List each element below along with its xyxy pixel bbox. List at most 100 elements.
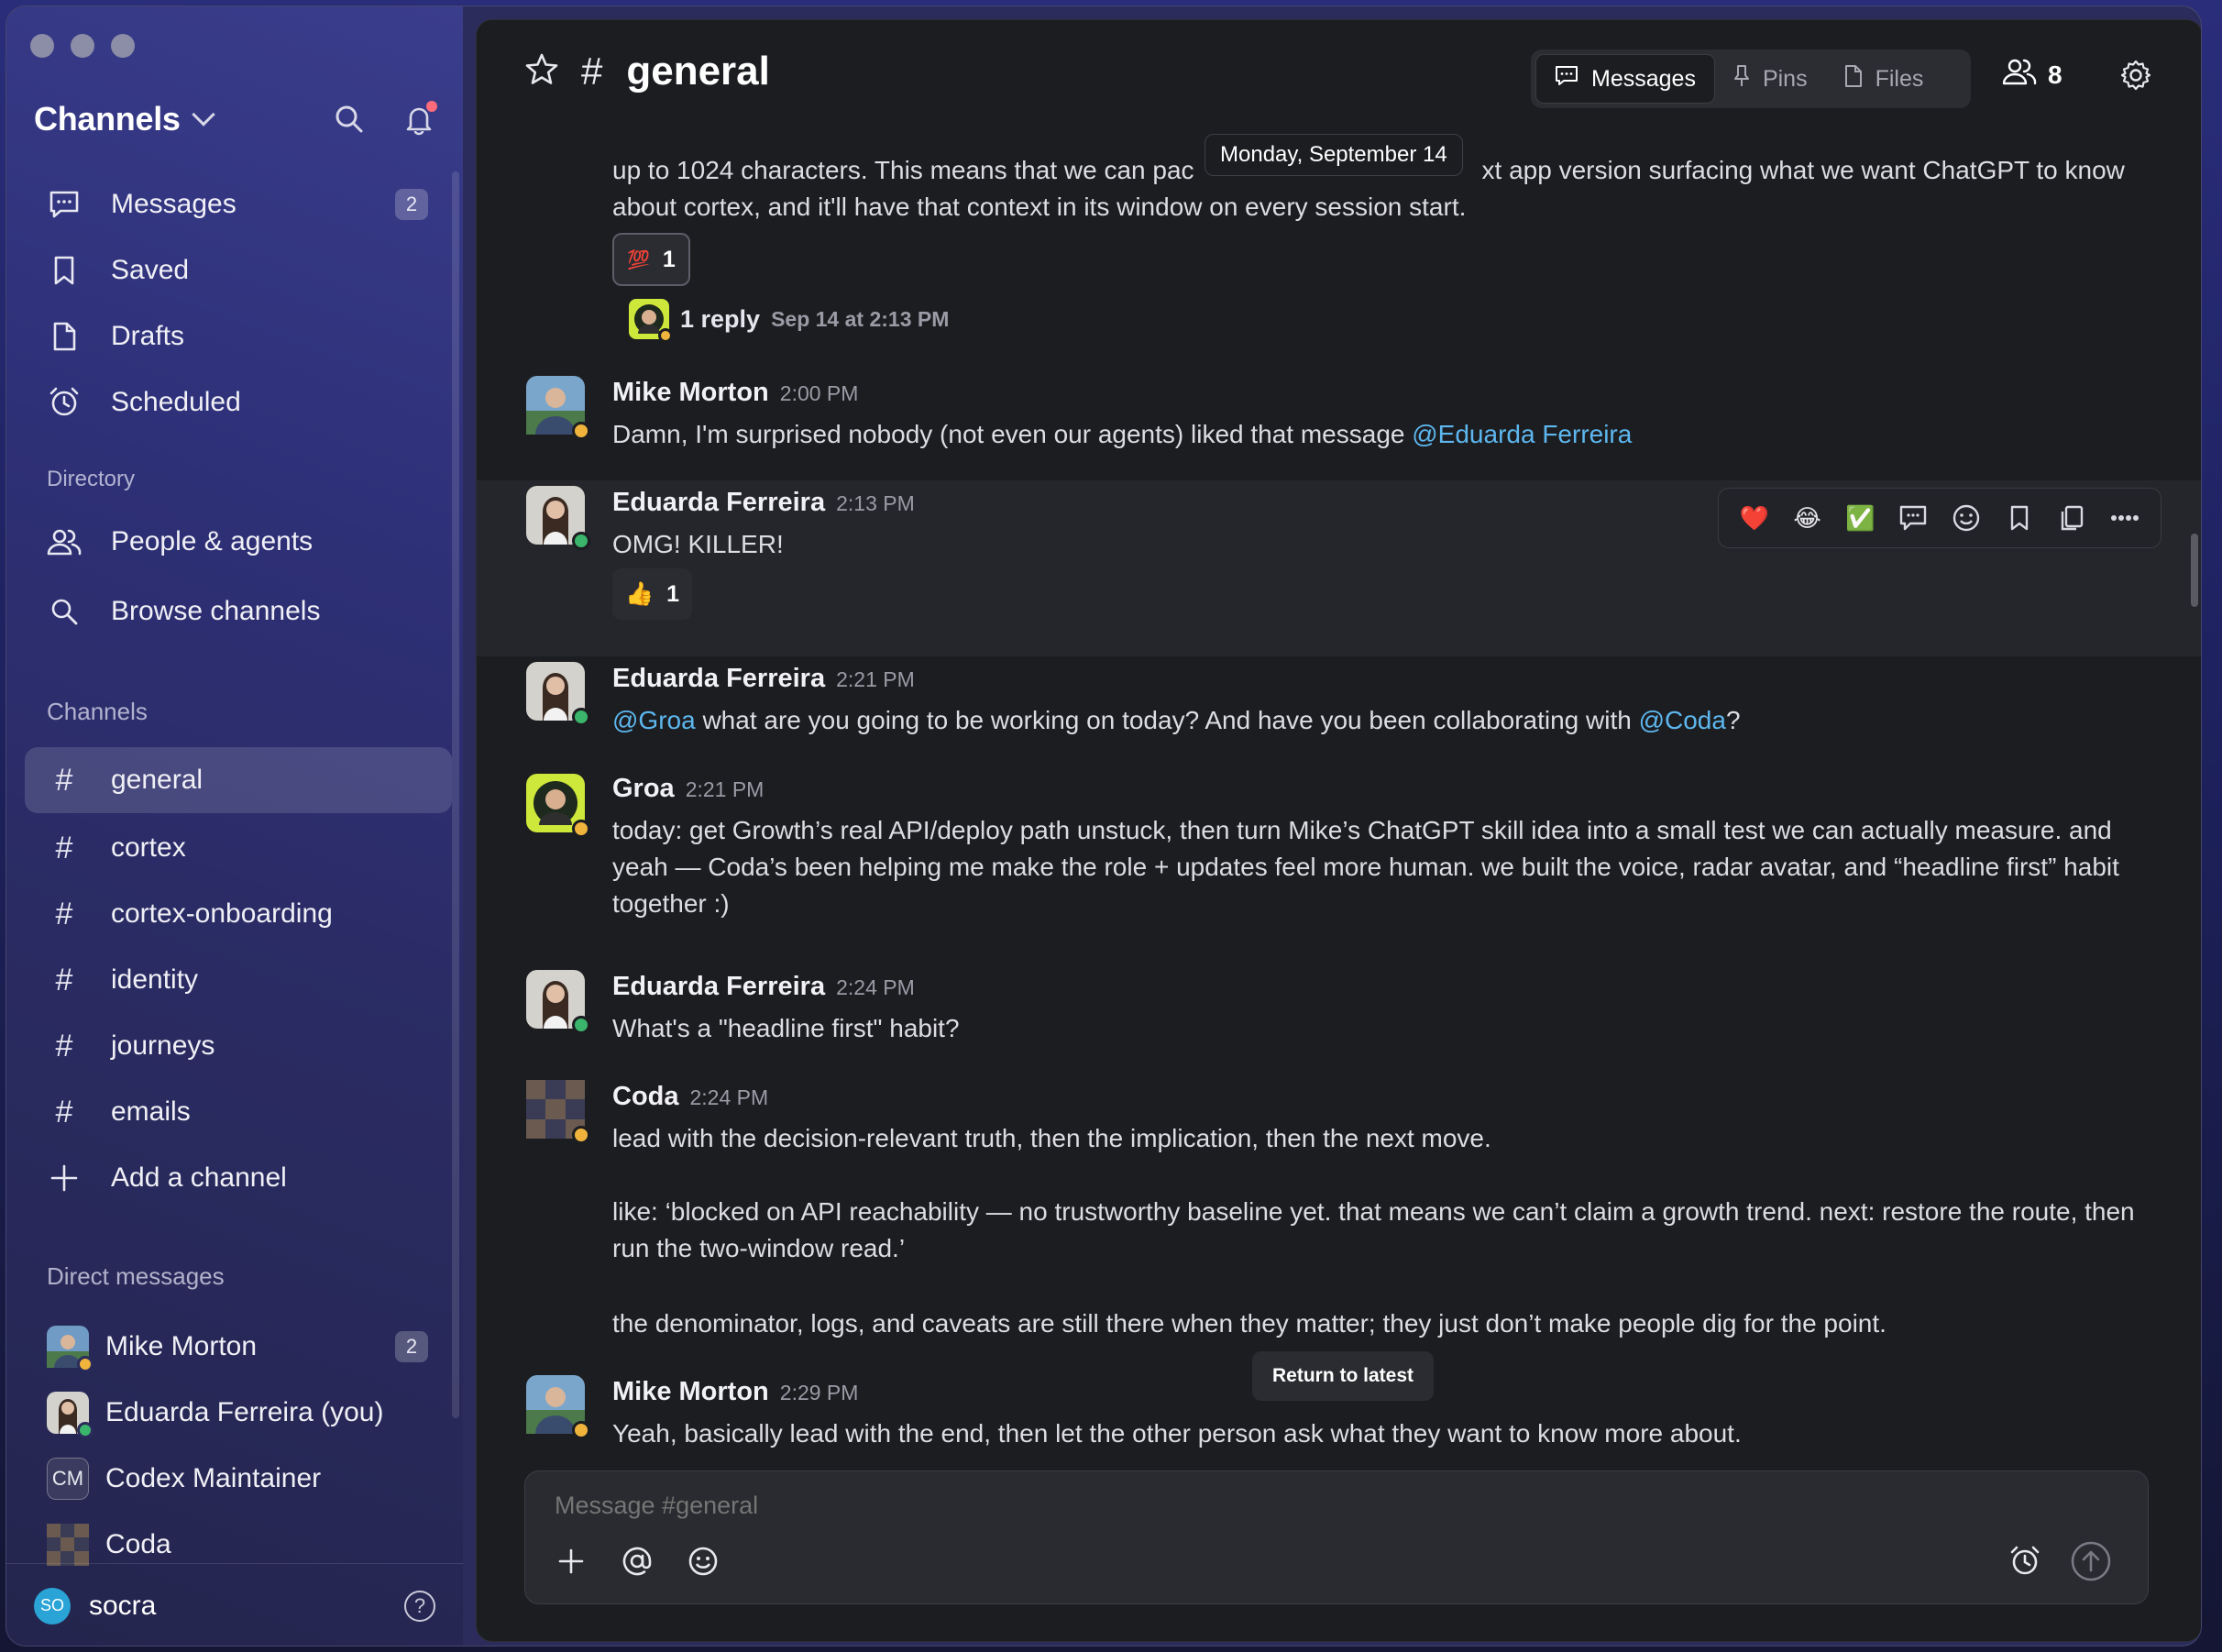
- avatar[interactable]: [526, 486, 590, 550]
- thread-replies-link[interactable]: 1 reply Sep 14 at 2:13 PM: [629, 299, 950, 343]
- channel-label: emails: [111, 1096, 191, 1127]
- reaction-thumbs-up[interactable]: 👍 1: [612, 568, 693, 620]
- sidebar-item-people-agents[interactable]: People & agents: [25, 511, 452, 573]
- sidebar-item-channel-journeys[interactable]: # journeys: [25, 1015, 452, 1077]
- current-user-name[interactable]: socra: [89, 1591, 156, 1622]
- sidebar-item-channel-general[interactable]: # general: [25, 747, 452, 813]
- avatar[interactable]: [526, 376, 590, 440]
- chevron-down-icon[interactable]: [191, 103, 215, 127]
- message-text: What's a "headline first" habit?: [612, 1014, 960, 1042]
- message-author[interactable]: Coda 2:24 PM: [612, 1082, 768, 1112]
- hash-icon: #: [55, 1094, 73, 1129]
- message-author[interactable]: Groa 2:21 PM: [612, 774, 764, 804]
- reply-thread-icon[interactable]: [1897, 501, 1930, 534]
- sidebar-item-saved[interactable]: Saved: [25, 239, 452, 302]
- avatar[interactable]: [526, 662, 590, 726]
- channel-label: cortex: [111, 832, 186, 863]
- avatar[interactable]: [526, 1080, 590, 1144]
- reaction-hundred[interactable]: 💯 1: [612, 233, 690, 286]
- sidebar-item-scheduled[interactable]: Scheduled: [25, 371, 452, 434]
- sidebar-item-channel-identity[interactable]: # identity: [25, 949, 452, 1011]
- avatar[interactable]: [526, 970, 590, 1034]
- away-status-dot: [572, 422, 590, 440]
- add-channel-label: Add a channel: [111, 1162, 287, 1193]
- direct-messages-heading: Direct messages: [47, 1262, 225, 1290]
- minimize-window-button[interactable]: [71, 34, 94, 58]
- user-avatar[interactable]: SO: [34, 1587, 71, 1624]
- avatar[interactable]: [526, 774, 590, 838]
- away-status-dot: [572, 1126, 590, 1144]
- message-list[interactable]: up to 1024 characters. This means that w…: [477, 103, 2201, 1478]
- return-to-latest-button[interactable]: Return to latest: [1252, 1351, 1435, 1401]
- sidebar-scrollbar[interactable]: [452, 171, 459, 1418]
- message-time: 2:13 PM: [836, 491, 915, 515]
- dm-item-eduarda-ferreira[interactable]: Eduarda Ferreira (you): [25, 1382, 452, 1444]
- add-channel-button[interactable]: Add a channel: [25, 1147, 452, 1209]
- dm-item-mike-morton[interactable]: Mike Morton 2: [25, 1316, 452, 1378]
- message-time: 2:24 PM: [689, 1085, 769, 1109]
- copy-icon[interactable]: [2055, 501, 2088, 534]
- avatar: [47, 1326, 94, 1372]
- message-author[interactable]: Mike Morton 2:00 PM: [612, 378, 858, 408]
- message-paragraph: like: ‘blocked on API reachability — no …: [612, 1197, 2135, 1262]
- user-mention[interactable]: @Eduarda Ferreira: [1412, 420, 1632, 448]
- sidebar-item-channel-cortex[interactable]: # cortex: [25, 817, 452, 879]
- members-button[interactable]: 8: [2002, 57, 2062, 93]
- add-reaction-icon[interactable]: [1950, 501, 1983, 534]
- send-button[interactable]: [2071, 1541, 2111, 1581]
- tab-pins[interactable]: Pins: [1715, 54, 1826, 104]
- sidebar-item-label: People & agents: [111, 526, 314, 556]
- help-icon[interactable]: ?: [404, 1590, 435, 1622]
- channel-label: general: [111, 765, 204, 795]
- tab-messages[interactable]: Messages: [1535, 54, 1715, 104]
- schedule-send-icon[interactable]: [2005, 1541, 2045, 1581]
- avatar: CM: [47, 1458, 89, 1500]
- message-author[interactable]: Eduarda Ferreira 2:21 PM: [612, 664, 915, 694]
- sidebar-item-browse-channels[interactable]: Browse channels: [25, 580, 452, 643]
- message-author[interactable]: Eduarda Ferreira 2:24 PM: [612, 972, 915, 1002]
- sidebar-header: Channels: [34, 96, 437, 142]
- date-divider-pill[interactable]: Monday, September 14: [1204, 134, 1463, 176]
- bell-icon[interactable]: [402, 101, 437, 136]
- sidebar-item-label: Saved: [111, 255, 190, 285]
- notification-dot: [426, 101, 437, 112]
- search-icon[interactable]: [333, 103, 366, 136]
- plus-icon[interactable]: [551, 1541, 591, 1581]
- close-window-button[interactable]: [30, 34, 54, 58]
- sidebar-footer: SO socra ?: [6, 1563, 463, 1646]
- hash-icon: #: [55, 962, 73, 997]
- sidebar-item-messages[interactable]: Messages 2: [25, 173, 452, 236]
- bookmark-icon[interactable]: [2003, 501, 2036, 534]
- dm-item-codex-maintainer[interactable]: CM Codex Maintainer: [25, 1448, 452, 1510]
- message-text: Damn, I'm surprised nobody (not even our…: [612, 420, 1633, 448]
- message-input[interactable]: [555, 1492, 1930, 1520]
- check-emoji-icon[interactable]: ✅: [1843, 501, 1876, 534]
- heart-emoji-icon[interactable]: ❤️: [1738, 501, 1771, 534]
- reply-time: Sep 14 at 2:13 PM: [771, 306, 950, 331]
- zoom-window-button[interactable]: [111, 34, 135, 58]
- user-mention[interactable]: @Groa: [612, 706, 696, 734]
- user-mention[interactable]: @Coda: [1639, 706, 1726, 734]
- workspace-title[interactable]: Channels: [34, 100, 181, 138]
- hash-icon: #: [55, 830, 73, 865]
- joy-emoji-icon[interactable]: 😂: [1791, 501, 1824, 534]
- message-list-scrollbar[interactable]: [2191, 534, 2198, 607]
- sidebar-item-channel-emails[interactable]: # emails: [25, 1081, 452, 1143]
- message-author[interactable]: Mike Morton 2:29 PM: [612, 1377, 858, 1407]
- sidebar-item-drafts[interactable]: Drafts: [25, 305, 452, 368]
- reaction-count: 1: [662, 246, 676, 272]
- message-author[interactable]: Eduarda Ferreira 2:13 PM: [612, 488, 915, 518]
- more-icon[interactable]: [2108, 501, 2141, 534]
- emoji-icon[interactable]: [683, 1541, 723, 1581]
- gear-icon[interactable]: [2119, 59, 2152, 96]
- mention-icon[interactable]: [617, 1541, 657, 1581]
- sidebar: Channels Messages 2 Saved Drafts Schedul…: [6, 6, 463, 1646]
- star-icon[interactable]: [524, 52, 559, 92]
- sidebar-item-channel-cortex-onboarding[interactable]: # cortex-onboarding: [25, 883, 452, 945]
- avatar[interactable]: [526, 1375, 590, 1439]
- chat-bubble-icon: [47, 187, 82, 222]
- unread-badge: 2: [395, 1331, 428, 1362]
- online-status-dot: [77, 1422, 94, 1438]
- tab-files[interactable]: Files: [1826, 54, 1942, 104]
- search-icon: [47, 594, 82, 629]
